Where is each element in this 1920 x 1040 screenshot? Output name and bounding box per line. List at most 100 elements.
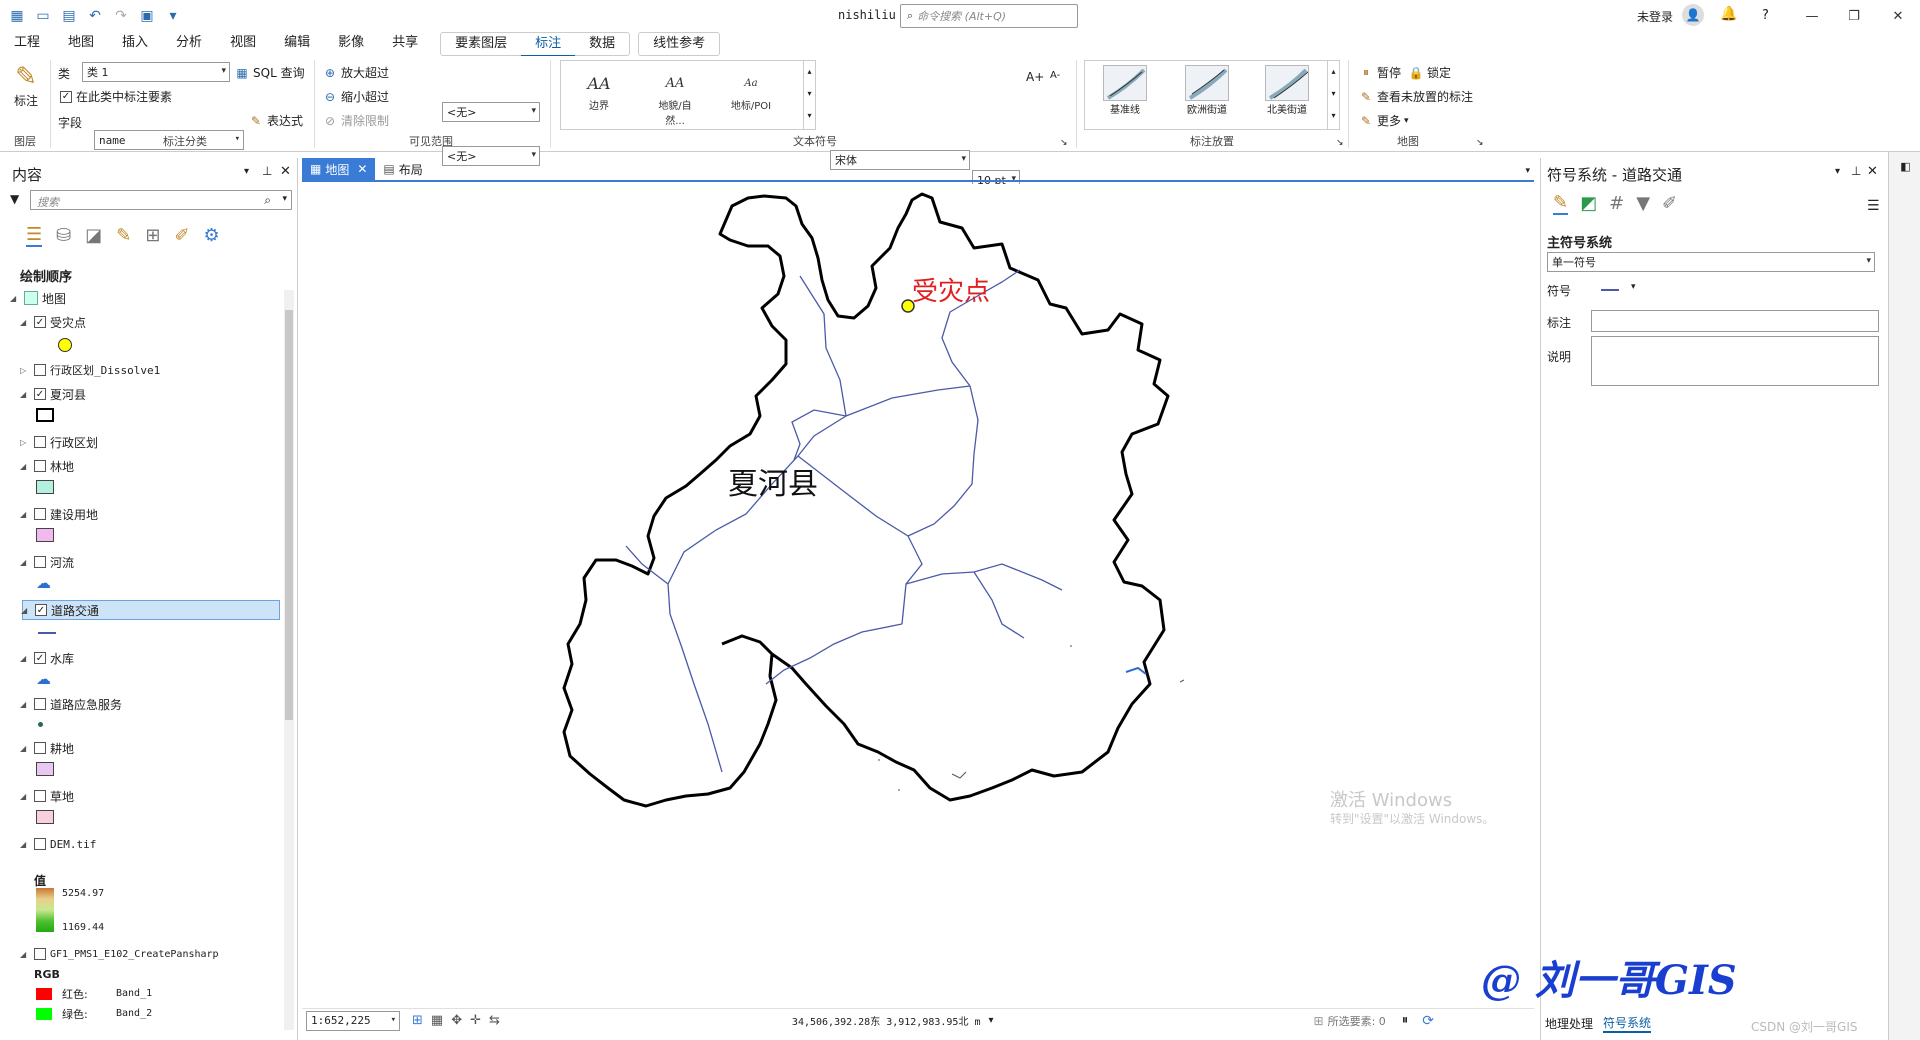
county-boundary[interactable]: [562, 192, 1170, 808]
notification-icon[interactable]: 🔔: [1720, 6, 1737, 22]
layer-row[interactable]: ◢ ✓ 受灾点: [0, 312, 280, 332]
labeling-icon[interactable]: ✐: [174, 225, 189, 246]
vary-symbology-icon[interactable]: ◩: [1580, 193, 1597, 214]
grow-font-button[interactable]: A+: [1026, 70, 1044, 84]
tab-project[interactable]: 工程: [0, 32, 54, 56]
layer-visibility-checkbox[interactable]: [34, 460, 46, 472]
symbology-type-select[interactable]: 单一符号 ▾: [1547, 252, 1875, 272]
open-icon[interactable]: ▭: [34, 7, 52, 25]
map-svg[interactable]: 受灾点 夏河县: [302, 184, 1534, 1008]
tab-map-view[interactable]: ▦ 地图 ✕: [302, 158, 376, 180]
line-symbol-swatch[interactable]: [38, 632, 56, 634]
hamburger-menu-icon[interactable]: ☰: [1867, 198, 1880, 214]
collapse-icon[interactable]: ◢: [20, 654, 30, 663]
point-symbol-swatch[interactable]: [58, 338, 72, 352]
refresh-map-icon[interactable]: ⟳: [1422, 1013, 1434, 1029]
placement-european-street[interactable]: 欧洲街道: [1179, 65, 1235, 116]
close-pane-icon[interactable]: ✕: [280, 164, 291, 179]
layer-row[interactable]: ◢ 林地: [0, 456, 280, 476]
editing-icon[interactable]: ✎: [116, 225, 131, 246]
layer-visibility-checkbox[interactable]: [34, 556, 46, 568]
tab-list-icon[interactable]: ▾: [1525, 166, 1530, 176]
collapse-icon[interactable]: ◢: [20, 950, 30, 959]
pause-drawing-icon[interactable]: ⏸: [1402, 1013, 1409, 1028]
minimize-icon[interactable]: —: [1800, 4, 1824, 28]
data-source-icon[interactable]: ⛁: [56, 225, 71, 246]
navigation-icon[interactable]: ✥: [451, 1013, 462, 1028]
zoom-in-beyond-button[interactable]: ⊕ 放大超过: [322, 64, 389, 81]
map-canvas[interactable]: 受灾点 夏河县 激活 Windows 转到"设置"以激活 Windows。: [302, 184, 1534, 1008]
collapse-icon[interactable]: ◢: [20, 390, 30, 399]
layer-row-selected[interactable]: ◢ ✓ 道路交通: [21, 600, 280, 620]
save-icon[interactable]: ▤: [60, 7, 78, 25]
layer-visibility-checkbox[interactable]: ✓: [35, 604, 47, 616]
fill-swatch-grassland[interactable]: [36, 810, 54, 824]
layer-row[interactable]: ▷ 行政区划: [0, 432, 280, 452]
collapse-icon[interactable]: ◢: [20, 792, 30, 801]
fixed-zoom-icon[interactable]: ⊞: [412, 1013, 423, 1028]
layer-row[interactable]: ◢ ✓ 水库: [0, 648, 280, 668]
layer-visibility-checkbox[interactable]: ✓: [34, 316, 46, 328]
pin-icon[interactable]: ⊥: [1851, 164, 1861, 178]
chart-icon[interactable]: ⚙: [204, 225, 220, 246]
view-unplaced-button[interactable]: ✎ 查看未放置的标注: [1358, 88, 1473, 105]
fill-swatch-construction[interactable]: [36, 528, 54, 542]
collapse-icon[interactable]: ◢: [20, 510, 30, 519]
layer-row[interactable]: ◢ DEM.tif: [0, 834, 280, 854]
drawing-order-icon[interactable]: ☰: [26, 224, 43, 247]
scale-select[interactable]: 1:652,225 ▾: [306, 1010, 400, 1031]
layer-visibility-checkbox[interactable]: [34, 790, 46, 802]
dialog-launcher-icon[interactable]: ↘: [1060, 138, 1068, 148]
collapse-icon[interactable]: ◢: [20, 744, 30, 753]
snapping-icon[interactable]: ⊞: [145, 225, 160, 246]
label-input[interactable]: [1591, 310, 1879, 332]
pin-icon[interactable]: ⊥: [262, 164, 272, 178]
pause-labeling-button[interactable]: ⏸ 暂停: [1358, 64, 1401, 81]
window-menu-icon[interactable]: ▣: [138, 7, 156, 25]
login-status[interactable]: 未登录: [1637, 8, 1673, 25]
snapping-status-icon[interactable]: ✛: [470, 1013, 481, 1028]
collapse-icon[interactable]: ◢: [20, 558, 30, 567]
collapse-icon[interactable]: ◢: [10, 294, 20, 303]
restore-icon[interactable]: ❐: [1842, 4, 1866, 28]
primary-symbology-icon[interactable]: ✎: [1553, 192, 1569, 215]
class-select[interactable]: 类 1 ▾: [82, 62, 230, 82]
fill-swatch-forest[interactable]: [36, 480, 54, 494]
close-icon[interactable]: ✕: [1886, 4, 1910, 28]
collapse-icon[interactable]: ◢: [20, 318, 30, 327]
refresh-status-icon[interactable]: ⇆: [489, 1013, 500, 1028]
description-input[interactable]: [1591, 336, 1879, 386]
layer-row[interactable]: ◢ 道路应急服务: [0, 694, 280, 714]
grid-icon[interactable]: ▦: [431, 1013, 443, 1028]
dialog-launcher-icon[interactable]: ↘: [1476, 138, 1484, 148]
customize-toolbar-icon[interactable]: ▾: [164, 7, 182, 25]
coordinate-units-chevron-icon[interactable]: ▾: [989, 1015, 994, 1026]
layer-row[interactable]: ◢ 建设用地: [0, 504, 280, 524]
dialog-launcher-icon[interactable]: ↘: [1336, 138, 1344, 148]
collapse-icon[interactable]: ◢: [20, 840, 30, 849]
symbol-settings-icon[interactable]: ✐: [1662, 193, 1677, 214]
layer-visibility-checkbox[interactable]: ✓: [34, 388, 46, 400]
tab-view[interactable]: 视图: [216, 32, 270, 56]
command-search-input[interactable]: ⌕ 命令搜索 (Alt+Q): [900, 4, 1078, 28]
water-symbol-icon[interactable]: ☁: [36, 670, 51, 688]
pane-options-icon[interactable]: ▾: [244, 166, 249, 177]
collapse-icon[interactable]: ◢: [20, 700, 30, 709]
tab-symbology[interactable]: 符号系统: [1603, 1014, 1652, 1033]
layer-row[interactable]: ◢ ✓ 夏河县: [0, 384, 280, 404]
collapse-icon[interactable]: ◢: [20, 462, 30, 471]
layer-row[interactable]: ◢ 草地: [0, 786, 280, 806]
expression-button[interactable]: ✎ 表达式: [248, 112, 303, 129]
tab-feature-layer[interactable]: 要素图层: [441, 33, 521, 57]
tab-edit[interactable]: 编辑: [270, 32, 324, 56]
layer-visibility-checkbox[interactable]: [34, 508, 46, 520]
expand-icon[interactable]: ▷: [20, 366, 30, 375]
selection-icon[interactable]: ◪: [85, 225, 102, 246]
symbol-layer-drawing-icon[interactable]: #: [1609, 193, 1624, 214]
tab-imagery[interactable]: 影像: [324, 32, 378, 56]
collapse-icon[interactable]: ◢: [21, 606, 31, 615]
pane-options-icon[interactable]: ▾: [1835, 166, 1840, 177]
contents-search-input[interactable]: 搜索 ⌕ ▾: [30, 190, 292, 210]
redo-icon[interactable]: ↷: [112, 7, 130, 25]
collapsed-pane-tab[interactable]: ◧: [1899, 160, 1912, 173]
